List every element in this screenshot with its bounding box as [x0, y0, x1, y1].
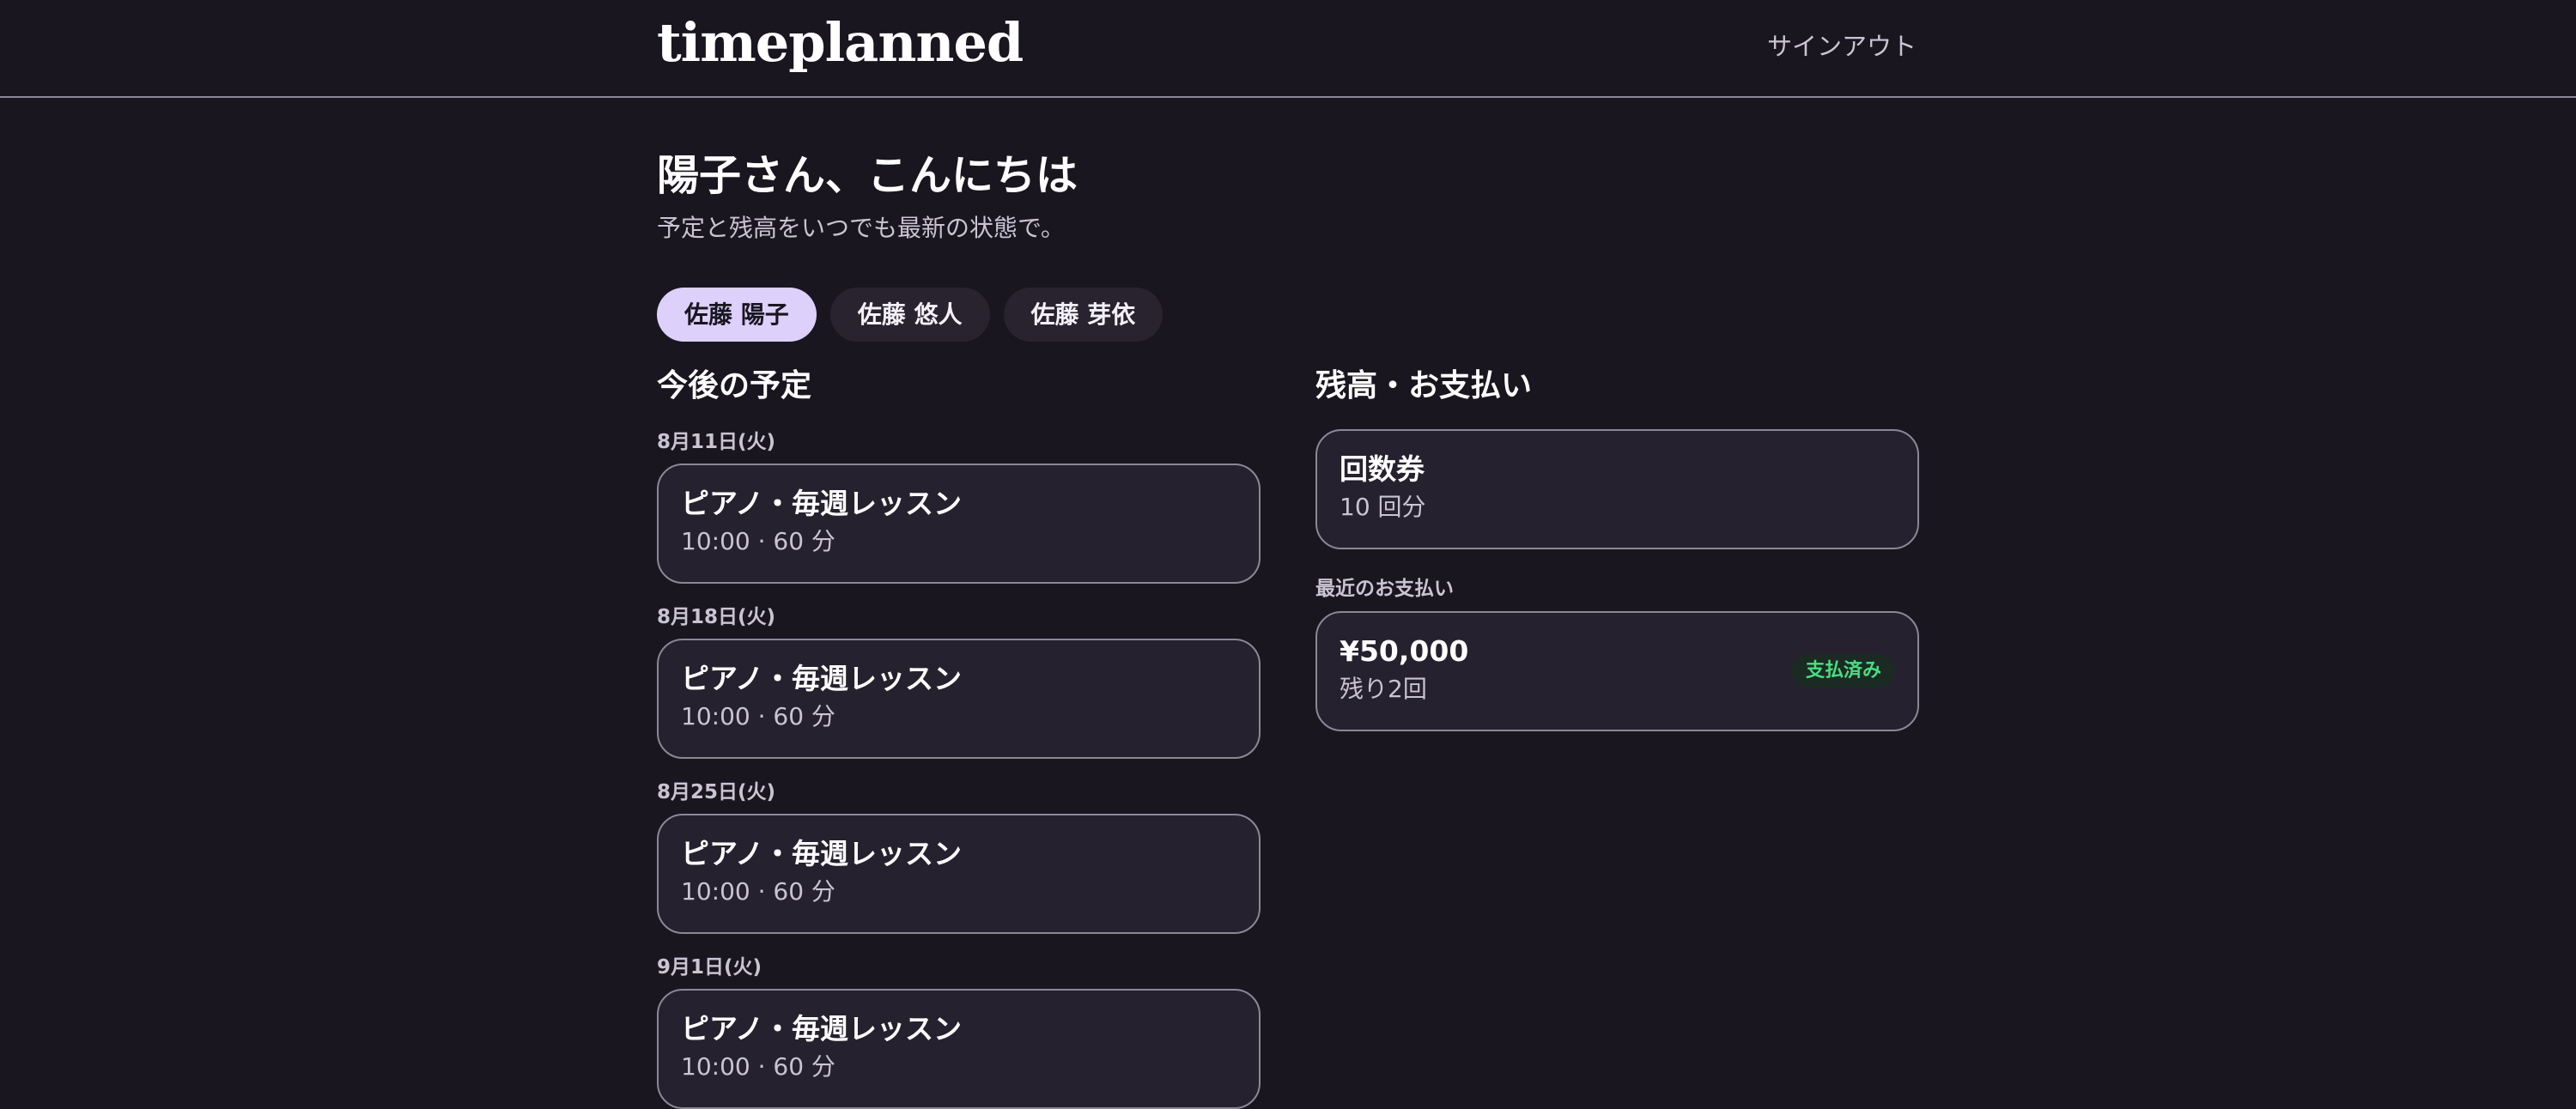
top-navigation-bar: timeplanned サインアウト [0, 0, 2576, 98]
tab-member-mei[interactable]: 佐藤 芽依 [1003, 288, 1163, 342]
status-badge: 支払済み [1791, 654, 1895, 688]
tab-member-yoko[interactable]: 佐藤 陽子 [657, 288, 817, 342]
lesson-time: 10:00 · 60 分 [681, 527, 835, 555]
ticket-remaining: 10 回分 [1340, 493, 1426, 521]
lesson-time: 10:00 · 60 分 [681, 702, 835, 730]
balance-section-title: 残高・お支払い [1315, 368, 1533, 403]
signout-button[interactable]: サインアウト [1767, 29, 1917, 64]
lesson-title: ピアノ・毎週レッスン [681, 662, 963, 695]
schedule-card[interactable]: ピアノ・毎週レッスン 10:00 · 60 分 [657, 464, 1261, 584]
brand-logo[interactable]: timeplanned [657, 7, 1024, 79]
lesson-time: 10:00 · 60 分 [681, 877, 835, 906]
schedule-card[interactable]: ピアノ・毎週レッスン 10:00 · 60 分 [657, 814, 1261, 934]
schedule-date-label: 8月18日(火) [657, 606, 776, 628]
ticket-title: 回数券 [1340, 452, 1425, 486]
lesson-title: ピアノ・毎週レッスン [681, 487, 963, 520]
schedule-card[interactable]: ピアノ・毎週レッスン 10:00 · 60 分 [657, 639, 1261, 759]
page-subtitle: 予定と残高をいつでも最新の状態で。 [657, 214, 1065, 242]
schedule-date-label: 8月25日(火) [657, 781, 776, 803]
member-tabs: 佐藤 陽子 佐藤 悠人 佐藤 芽依 [657, 288, 1163, 342]
lesson-time: 10:00 · 60 分 [681, 1052, 835, 1081]
recent-payments-label: 最近のお支払い [1315, 578, 1454, 600]
schedule-card[interactable]: ピアノ・毎週レッスン 10:00 · 60 分 [657, 989, 1261, 1109]
page-title: 陽子さん、こんにちは [657, 151, 1078, 200]
lesson-title: ピアノ・毎週レッスン [681, 837, 963, 870]
schedule-section-title: 今後の予定 [657, 368, 812, 403]
schedule-date-label: 9月1日(火) [657, 956, 762, 979]
tab-member-yuto[interactable]: 佐藤 悠人 [829, 288, 990, 342]
lesson-title: ピアノ・毎週レッスン [681, 1012, 963, 1045]
schedule-date-label: 8月11日(火) [657, 431, 776, 453]
ticket-balance-card[interactable]: 回数券 10 回分 [1315, 429, 1919, 549]
payment-card[interactable]: ¥50,000 残り2回 支払済み [1315, 611, 1919, 731]
